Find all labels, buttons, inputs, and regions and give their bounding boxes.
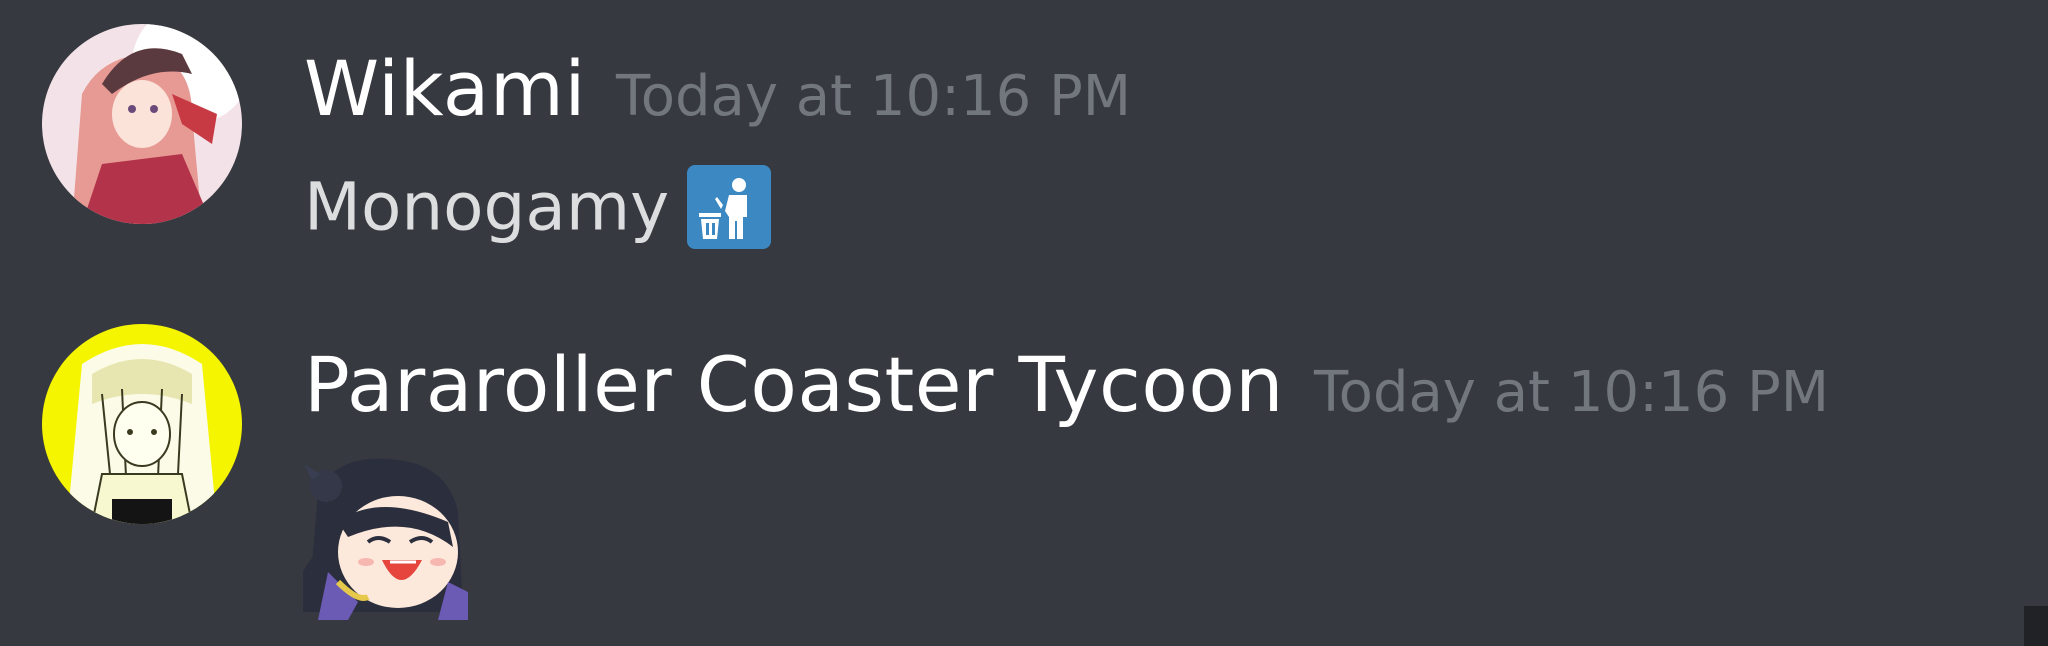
username[interactable]: Pararoller Coaster Tycoon xyxy=(304,340,1284,429)
chat-messages: Wikami Today at 10:16 PM Monogamy Pararo… xyxy=(0,0,2048,646)
avatar-image xyxy=(42,324,242,524)
timestamp[interactable]: Today at 10:16 PM xyxy=(1314,360,1829,425)
timestamp[interactable]: Today at 10:16 PM xyxy=(616,64,1131,129)
message-header: Wikami Today at 10:16 PM xyxy=(304,44,1131,133)
message-text: Monogamy xyxy=(304,168,670,246)
avatar-image xyxy=(42,24,242,224)
message-group: Pararoller Coaster Tycoon Today at 10:16 … xyxy=(0,300,2048,646)
username[interactable]: Wikami xyxy=(304,44,586,133)
laughing-chibi-emote[interactable] xyxy=(298,452,470,620)
message-group: Wikami Today at 10:16 PM Monogamy xyxy=(0,0,2048,290)
scrollbar[interactable] xyxy=(2024,606,2048,646)
message-header: Pararoller Coaster Tycoon Today at 10:16 … xyxy=(304,340,1829,429)
message-content: Monogamy xyxy=(304,164,772,249)
avatar[interactable] xyxy=(42,24,242,224)
avatar[interactable] xyxy=(42,324,242,524)
wastebasket-icon[interactable] xyxy=(687,164,772,249)
